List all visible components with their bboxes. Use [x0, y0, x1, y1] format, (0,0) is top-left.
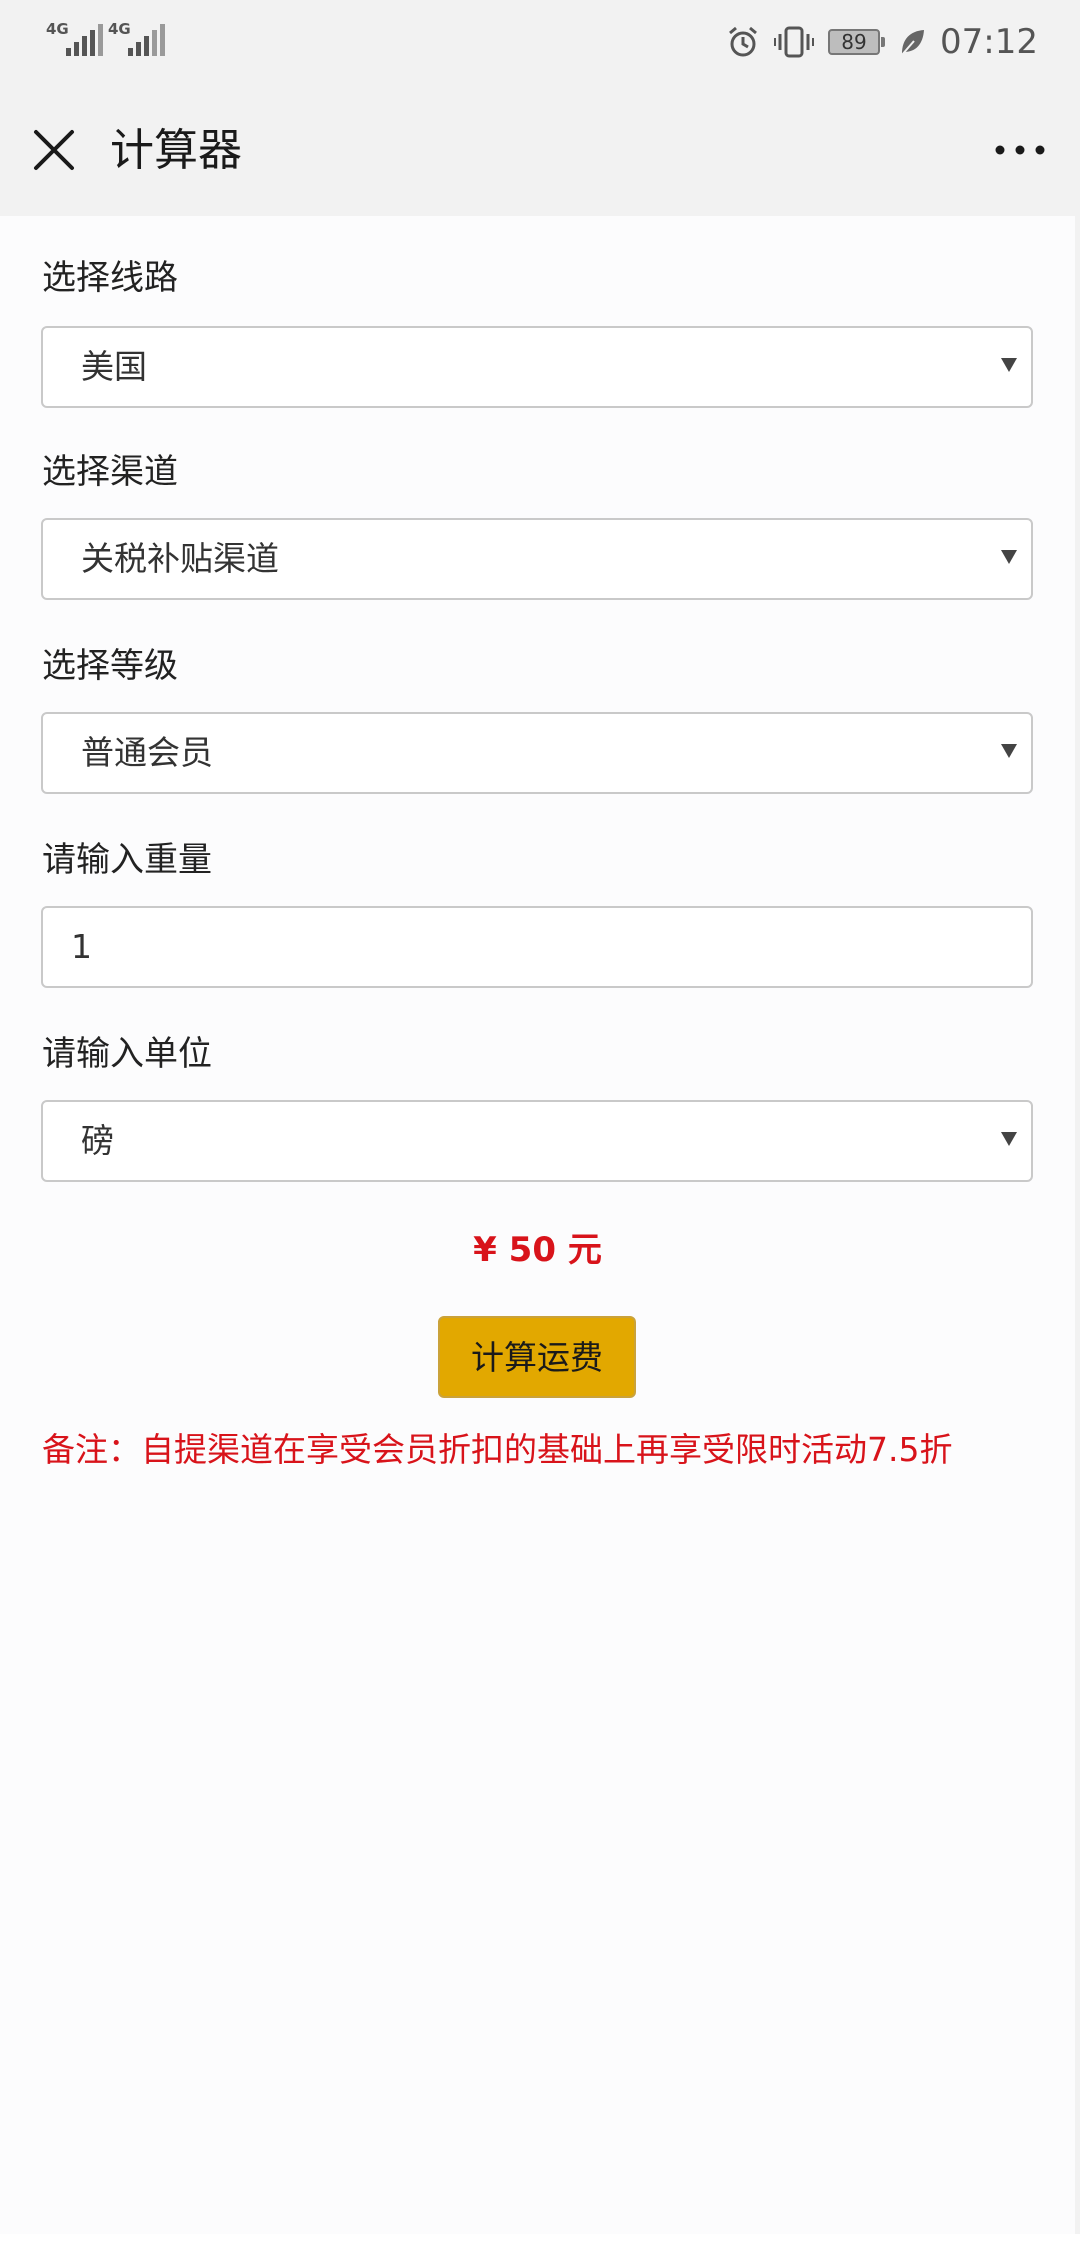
level-select[interactable]: 普通会员	[41, 712, 1033, 794]
battery-level: 89	[841, 30, 867, 54]
leaf-icon	[900, 30, 925, 57]
vibrate-icon	[774, 26, 815, 58]
route-label: 选择线路	[42, 258, 178, 298]
alarm-icon	[729, 26, 757, 57]
unit-select[interactable]: 磅	[41, 1100, 1033, 1182]
calculator-form: 选择线路 美国 选择渠道 关税补贴渠道 选择等级 普通会员 请输入重量 1 请输…	[0, 216, 1075, 2234]
level-selected: 普通会员	[81, 733, 213, 772]
route-select[interactable]: 美国	[41, 326, 1033, 408]
level-label: 选择等级	[42, 646, 178, 686]
title-bar: 计算器	[0, 86, 1080, 216]
page-edge	[1075, 216, 1080, 2234]
channel-label: 选择渠道	[42, 452, 178, 492]
close-icon	[34, 130, 74, 170]
signal-icon: 4G	[46, 22, 104, 62]
freight-result: ¥ 50 元	[473, 1230, 602, 1270]
weight-label: 请输入重量	[42, 840, 212, 880]
page-title: 计算器	[110, 125, 242, 176]
unit-selected: 磅	[81, 1121, 114, 1160]
weight-value: 1	[71, 927, 92, 966]
more-icon	[995, 145, 1045, 155]
signal-icon: 4G	[108, 22, 166, 62]
calculate-freight-button[interactable]: 计算运费	[438, 1316, 636, 1398]
status-bar: 4G 4G 89 07:12	[0, 0, 1080, 86]
chevron-down-icon	[1001, 550, 1017, 564]
more-button[interactable]	[984, 122, 1056, 178]
chevron-down-icon	[1001, 358, 1017, 372]
close-button[interactable]	[26, 122, 82, 178]
status-indicators: 89 07:12	[726, 20, 1038, 64]
chevron-down-icon	[1001, 1132, 1017, 1146]
route-selected: 美国	[81, 347, 147, 386]
unit-label: 请输入单位	[42, 1034, 212, 1074]
note-text: 备注：自提渠道在享受会员折扣的基础上再享受限时活动7.5折	[42, 1430, 953, 1469]
channel-selected: 关税补贴渠道	[81, 539, 279, 578]
battery-icon: 89	[828, 29, 886, 55]
channel-select[interactable]: 关税补贴渠道	[41, 518, 1033, 600]
chevron-down-icon	[1001, 744, 1017, 758]
clock: 07:12	[940, 22, 1038, 62]
weight-input[interactable]: 1	[41, 906, 1033, 988]
